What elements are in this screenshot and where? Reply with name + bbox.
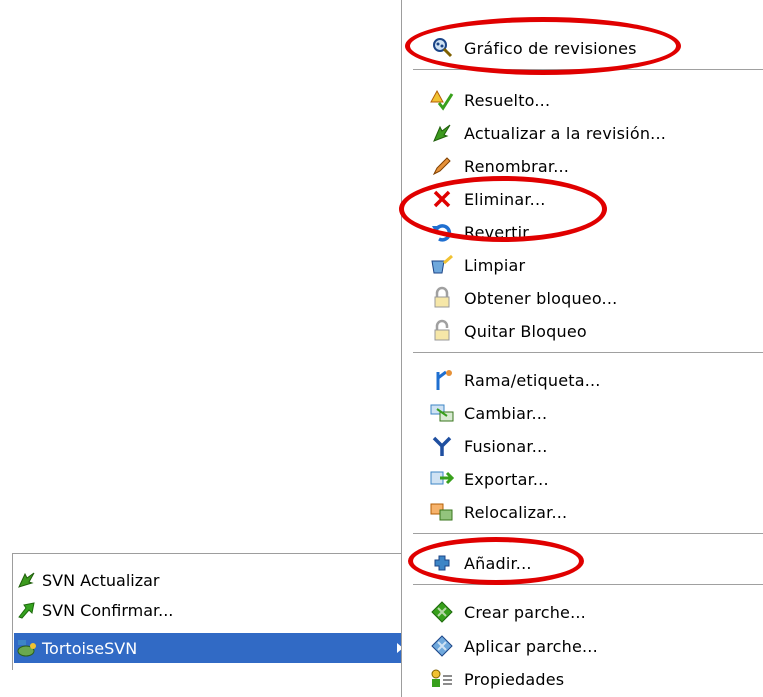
menu-item-release-lock[interactable]: Quitar Bloqueo bbox=[430, 315, 760, 347]
menu-item-branch-tag[interactable]: Rama/etiqueta... bbox=[430, 364, 760, 396]
menu-item-create-patch[interactable]: Crear parche... bbox=[430, 596, 760, 628]
menu-item-update-to-revision[interactable]: Actualizar a la revisión... bbox=[430, 117, 760, 149]
export-icon bbox=[430, 467, 454, 491]
add-icon bbox=[430, 551, 454, 575]
menu-item-label: SVN Confirmar... bbox=[42, 600, 174, 620]
menu-separator bbox=[413, 533, 763, 534]
menu-item-label: Crear parche... bbox=[464, 602, 586, 622]
menu-item-label: Cambiar... bbox=[464, 403, 548, 423]
relocate-icon bbox=[430, 500, 454, 524]
cleanup-icon bbox=[430, 253, 454, 277]
menu-item-label: Gráfico de revisiones bbox=[464, 38, 637, 58]
menu-border-left bbox=[12, 553, 13, 670]
menu-item-rename[interactable]: Renombrar... bbox=[430, 150, 760, 182]
menu-item-svn-commit[interactable]: SVN Confirmar... bbox=[14, 595, 409, 625]
menu-item-cleanup[interactable]: Limpiar bbox=[430, 249, 760, 281]
menu-item-add[interactable]: Añadir... bbox=[430, 547, 760, 579]
switch-icon bbox=[430, 401, 454, 425]
resolved-icon bbox=[430, 88, 454, 112]
menu-item-label: Eliminar... bbox=[464, 189, 546, 209]
tortoisesvn-icon bbox=[16, 637, 38, 659]
menu-item-label: Añadir... bbox=[464, 553, 532, 573]
menu-item-label: SVN Actualizar bbox=[42, 570, 160, 590]
menu-item-label: Actualizar a la revisión... bbox=[464, 123, 667, 143]
lock-icon bbox=[430, 286, 454, 310]
menu-item-label: Propiedades bbox=[464, 669, 565, 689]
tortoisesvn-submenu: Gráfico de revisiones Resuelto... Actual… bbox=[401, 0, 763, 697]
menu-separator bbox=[413, 352, 763, 353]
delete-icon bbox=[430, 187, 454, 211]
menu-item-label: Quitar Bloqueo bbox=[464, 321, 587, 341]
menu-item-switch[interactable]: Cambiar... bbox=[430, 397, 760, 429]
revision-graph-icon bbox=[430, 36, 454, 60]
svn-update-icon bbox=[16, 569, 38, 591]
properties-icon bbox=[430, 667, 454, 691]
apply-patch-icon bbox=[430, 634, 454, 658]
menu-item-revert[interactable]: Revertir... bbox=[430, 216, 760, 248]
menu-item-relocate[interactable]: Relocalizar... bbox=[430, 496, 760, 528]
menu-item-export[interactable]: Exportar... bbox=[430, 463, 760, 495]
svn-commit-icon bbox=[16, 599, 38, 621]
menu-item-label: Resuelto... bbox=[464, 90, 551, 110]
menu-border-left bbox=[401, 0, 402, 697]
menu-item-label: Limpiar bbox=[464, 255, 526, 275]
menu-item-label: Relocalizar... bbox=[464, 502, 568, 522]
menu-item-label: Fusionar... bbox=[464, 436, 548, 456]
update-to-revision-icon bbox=[430, 121, 454, 145]
parent-context-menu: SVN Actualizar SVN Confirmar... Tortoise… bbox=[0, 553, 412, 670]
menu-item-label: Revertir... bbox=[464, 222, 544, 242]
revert-icon bbox=[430, 220, 454, 244]
create-patch-icon bbox=[430, 600, 454, 624]
menu-item-label: TortoiseSVN bbox=[42, 638, 138, 658]
menu-item-label: Renombrar... bbox=[464, 156, 570, 176]
menu-item-apply-patch[interactable]: Aplicar parche... bbox=[430, 630, 760, 662]
menu-item-label: Rama/etiqueta... bbox=[464, 370, 601, 390]
menu-separator bbox=[413, 584, 763, 585]
menu-item-label: Exportar... bbox=[464, 469, 549, 489]
unlock-icon bbox=[430, 319, 454, 343]
menu-item-label: Aplicar parche... bbox=[464, 636, 598, 656]
menu-item-get-lock[interactable]: Obtener bloqueo... bbox=[430, 282, 760, 314]
merge-icon bbox=[430, 434, 454, 458]
menu-item-delete[interactable]: Eliminar... bbox=[430, 183, 760, 215]
branch-tag-icon bbox=[430, 368, 454, 392]
menu-item-resolved[interactable]: Resuelto... bbox=[430, 84, 760, 116]
menu-item-merge[interactable]: Fusionar... bbox=[430, 430, 760, 462]
menu-item-tortoisesvn[interactable]: TortoiseSVN bbox=[14, 633, 409, 663]
menu-border-top bbox=[12, 553, 412, 554]
menu-item-label: Obtener bloqueo... bbox=[464, 288, 618, 308]
menu-item-svn-update[interactable]: SVN Actualizar bbox=[14, 565, 409, 595]
menu-separator bbox=[413, 69, 763, 70]
menu-item-properties[interactable]: Propiedades bbox=[430, 663, 760, 695]
menu-item-revision-graph[interactable]: Gráfico de revisiones bbox=[430, 32, 760, 64]
rename-icon bbox=[430, 154, 454, 178]
